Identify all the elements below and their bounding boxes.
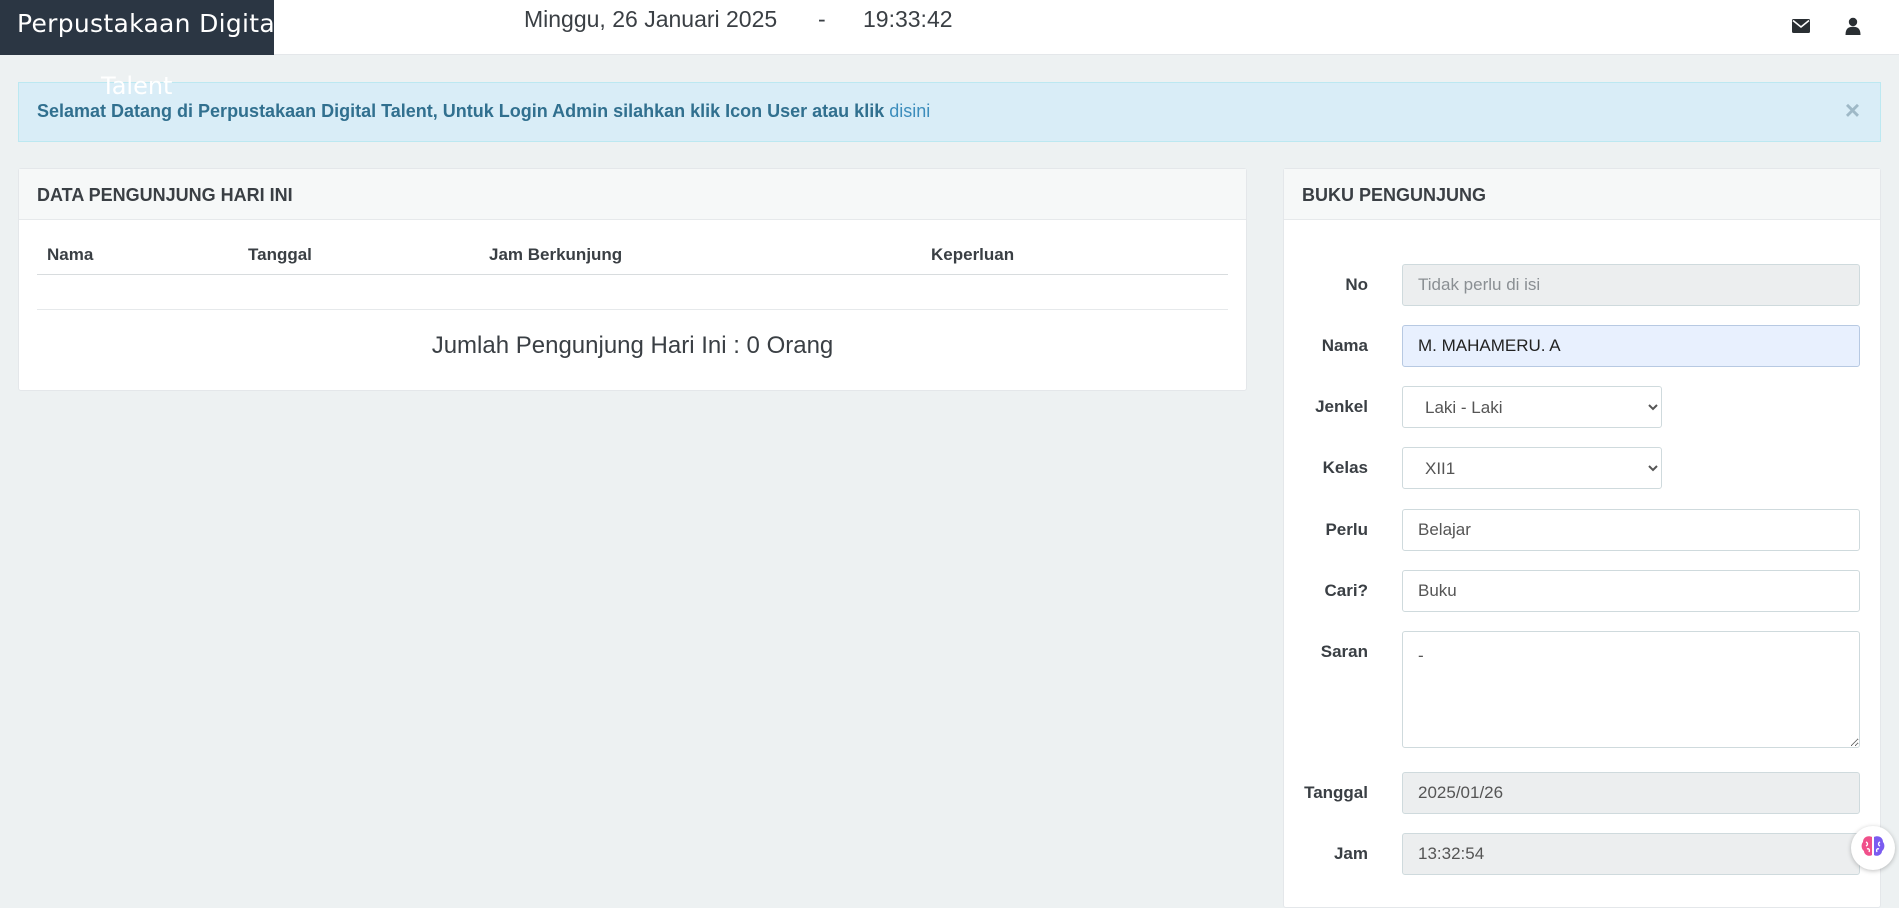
welcome-alert: Selamat Datang di Perpustakaan Digital T…	[18, 82, 1881, 142]
alert-text: Selamat Datang di Perpustakaan Digital T…	[37, 101, 890, 121]
no-field[interactable]	[1402, 264, 1860, 306]
kelas-select[interactable]: XII1	[1402, 447, 1662, 489]
label-kelas: Kelas	[1322, 458, 1368, 477]
brain-icon	[1860, 834, 1886, 863]
label-cari: Cari?	[1324, 581, 1368, 600]
label-jenkel: Jenkel	[1315, 397, 1368, 416]
cari-field[interactable]	[1402, 570, 1860, 612]
table-divider	[37, 309, 1228, 310]
header-clock: 19:33:42	[863, 6, 953, 32]
jam-field[interactable]	[1402, 833, 1860, 875]
perlu-field[interactable]	[1402, 509, 1860, 551]
floating-assistant-button[interactable]	[1851, 826, 1895, 870]
label-perlu: Perlu	[1325, 520, 1368, 539]
visitors-table-header: Nama Tanggal Jam Berkunjung Keperluan	[37, 245, 1228, 275]
user-icon[interactable]	[1840, 13, 1866, 39]
label-jam: Jam	[1333, 844, 1368, 863]
label-saran: Saran	[1320, 642, 1368, 661]
visitors-panel-title: DATA PENGUNJUNG HARI INI	[19, 169, 1246, 220]
header-date: Minggu, 26 Januari 2025	[524, 6, 778, 32]
admin-login-link[interactable]: disini	[889, 101, 930, 121]
header-separator: -	[818, 6, 826, 32]
tanggal-field[interactable]	[1402, 772, 1860, 814]
visitor-count: Jumlah Pengunjung Hari Ini : 0 Orang	[431, 332, 834, 359]
column-jam-berkunjung[interactable]: Jam Berkunjung	[489, 245, 622, 265]
brand-logo[interactable]: Perpustakaan Digital	[0, 0, 282, 55]
top-navbar: Perpustakaan Digital Minggu, 26 Januari …	[0, 0, 1899, 55]
column-keperluan[interactable]: Keperluan	[931, 245, 1014, 265]
brand-title: Perpustakaan Digital	[17, 9, 283, 38]
guestbook-panel: BUKU PENGUNJUNG No Nama Jenkel Laki - La…	[1283, 168, 1881, 908]
close-icon[interactable]: ×	[1845, 97, 1860, 123]
label-no: No	[1345, 275, 1368, 294]
label-nama: Nama	[1321, 336, 1368, 355]
saran-textarea[interactable]: -	[1402, 631, 1860, 748]
column-tanggal[interactable]: Tanggal	[248, 245, 312, 265]
label-tanggal: Tanggal	[1304, 783, 1368, 802]
envelope-icon[interactable]	[1788, 13, 1814, 39]
alert-message: Selamat Datang di Perpustakaan Digital T…	[37, 101, 930, 122]
nama-field[interactable]	[1402, 325, 1860, 367]
jenkel-select[interactable]: Laki - Laki	[1402, 386, 1662, 428]
brand-subtitle: Talent	[101, 72, 173, 100]
visitors-today-panel: DATA PENGUNJUNG HARI INI Nama Tanggal Ja…	[18, 168, 1247, 391]
column-nama[interactable]: Nama	[47, 245, 93, 265]
guestbook-panel-title: BUKU PENGUNJUNG	[1284, 169, 1880, 220]
